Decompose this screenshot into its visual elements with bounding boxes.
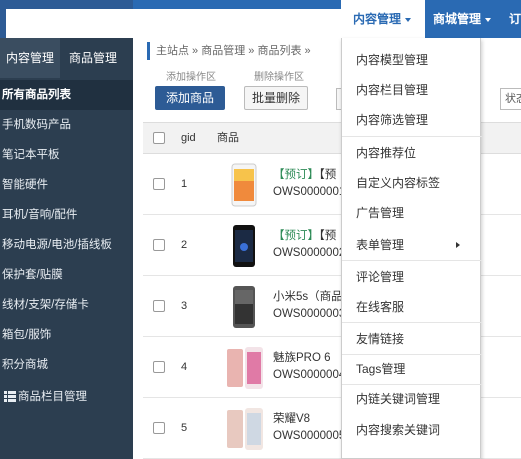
logo: OPENWBS 管理系统 [0,0,394,430]
nav-mall-label: 商城管理 [433,12,482,26]
row-checkbox[interactable] [153,300,165,312]
row-checkbox[interactable] [153,361,165,373]
menu-divider [342,136,482,137]
row-gid: 4 [181,361,188,373]
content-dropdown-menu: 内容模型管理 内容栏目管理 内容筛选管理 内容推荐位 自定义内容标签 广告管理 … [341,38,482,459]
breadcrumb: 主站点 » 商品管理 » 商品列表 » [147,42,311,60]
sidebar-item-category-manage-label: 商品栏目管理 [18,391,87,403]
row-checkbox[interactable] [153,178,165,190]
product-code: OWS0000005 [273,430,346,442]
sidebar-item-all-products[interactable]: 所有商品列表 [0,80,133,110]
menu-item-internal-link-keywords[interactable]: 内链关键词管理 [342,384,482,414]
nav-content[interactable]: 内容管理 [341,0,425,38]
product-title: 荣耀V8 [273,413,311,425]
product-name[interactable]: 【预订】【预 [273,166,336,182]
product-code: OWS0000003 [273,308,346,320]
menu-item-content-model[interactable]: 内容模型管理 [342,45,482,75]
sidebar-item-category-manage[interactable]: 商品栏目管理 [0,382,133,412]
sidebar-item-audio[interactable]: 耳机/音响/配件 [0,200,133,230]
nav-wechat[interactable]: 微信管理 [276,0,335,38]
status-select[interactable]: 状态 [500,88,521,110]
product-title: 小米5s（商品 [273,291,343,303]
sidebar-tabs: 内容管理 商品管理 [0,38,133,78]
product-name[interactable]: 【预订】【预 [273,227,336,243]
top-navbar: OPENWBS 管理系统 桌面 系统管理 微信管理 内容管理 商城管理 订 [0,0,521,430]
menu-item-online-service[interactable]: 在线客服 [342,292,482,322]
sidebar-item-smart-hardware[interactable]: 智能硬件 [0,170,133,200]
preorder-tag: 【预订】 [273,169,319,181]
menu-divider [342,322,482,323]
row-gid: 3 [181,300,188,312]
add-product-button[interactable]: 添加商品 [155,86,225,110]
product-image[interactable] [223,284,265,330]
product-image[interactable] [223,223,265,269]
nav-desktop-label: 桌面 [145,12,170,26]
row-gid: 2 [181,239,188,251]
select-all-checkbox[interactable] [153,132,165,144]
sidebar-item-cables[interactable]: 线材/支架/存储卡 [0,290,133,320]
list-icon [4,391,16,403]
product-name[interactable]: 小米5s（商品 [273,288,343,304]
nav-more-label: 订 [509,12,521,26]
product-code: OWS0000004 [273,369,346,381]
menu-item-form-manage-label: 表单管理 [356,238,405,252]
row-checkbox[interactable] [153,422,165,434]
sidebar-item-points-mall[interactable]: 积分商城 [0,350,133,380]
row-checkbox[interactable] [153,239,165,251]
menu-item-recommend-position[interactable]: 内容推荐位 [342,138,482,168]
nav-system-label: 系统管理 [198,12,247,26]
row-gid: 1 [181,178,188,190]
sidebar-item-power[interactable]: 移动电源/电池/插线板 [0,230,133,260]
product-code: OWS0000001 [273,186,346,198]
menu-item-comment-manage[interactable]: 评论管理 [342,262,482,292]
nav-wechat-label: 微信管理 [276,12,325,26]
menu-item-friend-links[interactable]: 友情链接 [342,324,482,354]
chevron-down-icon [328,17,335,22]
product-code: OWS0000002 [273,247,346,259]
logo-subtitle: 管理系统 [86,15,118,24]
menu-item-content-column[interactable]: 内容栏目管理 [342,75,482,105]
chevron-down-icon [250,17,257,22]
product-title: 魅族PRO 6 [273,352,331,364]
menu-item-search-keywords[interactable]: 内容搜索关键词 [342,415,482,445]
sidebar-item-mobile[interactable]: 手机数码产品 [0,110,133,140]
nav-content-label: 内容管理 [353,12,402,26]
sidebar: 内容管理 商品管理 所有商品列表 手机数码产品 笔记本平板 智能硬件 耳机/音响… [0,38,133,459]
sidebar-tab-products[interactable]: 商品管理 [60,38,126,78]
sidebar-item-bags[interactable]: 箱包/服饰 [0,320,133,350]
menu-item-tags-manage[interactable]: Tags管理 [342,354,482,384]
product-name[interactable]: 荣耀V8 [273,410,310,426]
batch-delete-button[interactable]: 批量删除 [244,86,308,110]
preorder-tag: 【预订】 [273,230,319,242]
product-image[interactable] [223,345,265,391]
menu-divider [342,260,482,261]
menu-item-custom-tag[interactable]: 自定义内容标签 [342,168,482,198]
chevron-down-icon [485,17,492,22]
delete-area-heading: 删除操作区 [254,72,304,83]
product-title: 【预 [319,230,337,242]
nav-more[interactable]: 订 [509,0,521,38]
product-image[interactable] [223,406,265,452]
column-product: 商品 [217,132,239,144]
product-title: 【预 [319,169,337,181]
chevron-right-icon [456,242,460,248]
nav-system[interactable]: 系统管理 [198,0,257,38]
menu-item-form-manage[interactable]: 表单管理 [342,230,482,260]
chevron-down-icon [405,17,412,22]
row-gid: 5 [181,422,188,434]
menu-item-content-filter[interactable]: 内容筛选管理 [342,105,482,135]
sidebar-item-laptop[interactable]: 笔记本平板 [0,140,133,170]
column-gid: gid [181,132,196,144]
nav-desktop[interactable]: 桌面 [145,0,169,38]
add-area-heading: 添加操作区 [166,72,216,83]
menu-item-ad-manage[interactable]: 广告管理 [342,198,482,228]
product-image[interactable] [223,162,265,208]
sidebar-tab-content[interactable]: 内容管理 [0,38,60,78]
sidebar-item-cases[interactable]: 保护套/贴膜 [0,260,133,290]
nav-mall[interactable]: 商城管理 [433,0,492,38]
product-name[interactable]: 魅族PRO 6 [273,349,331,365]
